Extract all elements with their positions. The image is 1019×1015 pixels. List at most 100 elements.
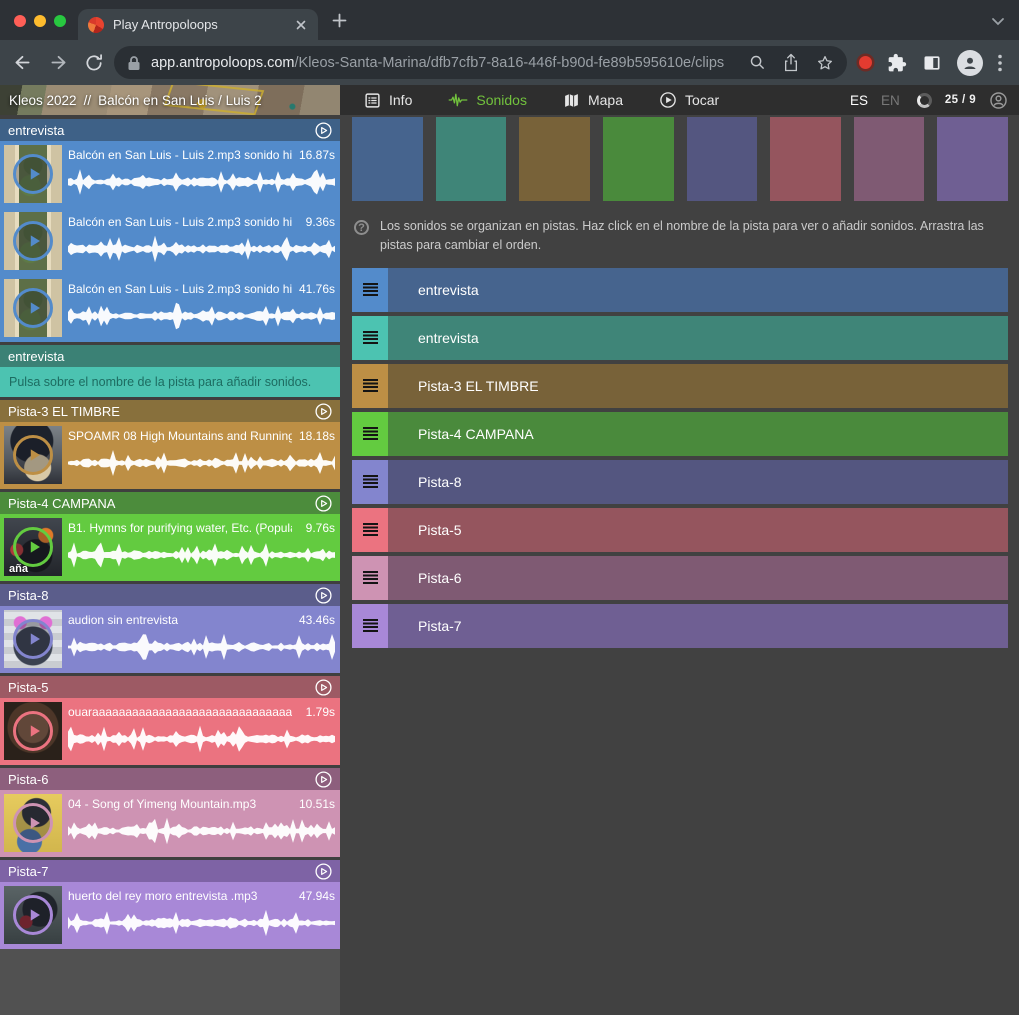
audio-clip[interactable]: huerto del rey moro entrevista .mp3 47.9… (0, 882, 340, 949)
audio-clip[interactable]: audion sin entrevista 43.46s (0, 606, 340, 673)
clip-duration: 10.51s (299, 797, 335, 811)
maximize-window-icon[interactable] (54, 15, 66, 27)
back-icon[interactable] (12, 52, 33, 73)
track-row[interactable]: Pista-4 CAMPANA (352, 412, 1008, 456)
audio-clip[interactable]: ouaraaaaaaaaaaaaaaaaaaaaaaaaaaaaaaaaaaaa… (0, 698, 340, 765)
track-play-icon[interactable] (315, 771, 332, 788)
track-name: Pista-3 EL TIMBRE (8, 404, 315, 419)
reload-icon[interactable] (84, 53, 104, 73)
drag-handle[interactable] (352, 364, 388, 408)
lock-icon[interactable] (127, 55, 141, 71)
tab-close-icon[interactable] (294, 18, 308, 32)
clip-play-icon[interactable] (13, 895, 53, 935)
clip-play-icon[interactable] (13, 803, 53, 843)
track-row[interactable]: Pista-6 (352, 556, 1008, 600)
waveform-icon (448, 92, 468, 108)
track-header[interactable]: Pista-3 EL TIMBRE (0, 400, 340, 422)
site-favicon-icon (88, 17, 104, 33)
track-play-icon[interactable] (315, 863, 332, 880)
track-row[interactable]: entrevista (352, 316, 1008, 360)
drag-handle[interactable] (352, 316, 388, 360)
track-play-icon[interactable] (315, 679, 332, 696)
account-icon[interactable] (989, 91, 1008, 110)
clip-play-icon[interactable] (13, 221, 53, 261)
track-play-icon[interactable] (315, 122, 332, 139)
lang-es-button[interactable]: ES (850, 93, 868, 108)
bookmark-star-icon[interactable] (816, 54, 834, 72)
drag-handle[interactable] (352, 556, 388, 600)
clip-play-icon[interactable] (13, 619, 53, 659)
track-row-label: Pista-4 CAMPANA (418, 426, 534, 442)
record-extension-icon[interactable] (859, 56, 872, 69)
clip-play-icon[interactable] (13, 154, 53, 194)
track-header[interactable]: Pista-4 CAMPANA (0, 492, 340, 514)
nav-item-tocar[interactable]: Tocar (659, 91, 719, 109)
profile-avatar[interactable] (957, 50, 983, 76)
clip-play-icon[interactable] (13, 288, 53, 328)
track-row[interactable]: Pista-7 (352, 604, 1008, 648)
drag-handle[interactable] (352, 604, 388, 648)
tracks-panel: Los sonidos se organizan en pistas. Haz … (340, 115, 1019, 1015)
drag-handle-icon (363, 619, 378, 632)
clip-play-icon[interactable] (13, 435, 53, 475)
track-header[interactable]: Pista-6 (0, 768, 340, 790)
track-row[interactable]: Pista-5 (352, 508, 1008, 552)
nav-item-mapa[interactable]: Mapa (563, 92, 623, 109)
lang-en-button[interactable]: EN (881, 93, 900, 108)
tab-title: Play Antropoloops (113, 17, 285, 32)
drag-handle-icon (363, 283, 378, 296)
zoom-icon[interactable] (749, 54, 766, 71)
clip-title: huerto del rey moro entrevista .mp3 (68, 889, 292, 903)
new-tab-button[interactable] (332, 13, 347, 28)
extensions-puzzle-icon[interactable] (887, 53, 907, 73)
track-header[interactable]: Pista-5 (0, 676, 340, 698)
clip-waveform (68, 301, 335, 331)
minimize-window-icon[interactable] (34, 15, 46, 27)
sidebar-track-section: entrevista Balcón en San Luis - Luis 2.m… (0, 119, 340, 342)
clip-play-icon[interactable] (13, 527, 53, 567)
clip-duration: 9.36s (306, 215, 335, 229)
drag-handle-icon (363, 427, 378, 440)
audio-clip[interactable]: SPOAMR 08 High Mountains and Running ...… (0, 422, 340, 489)
track-header[interactable]: entrevista (0, 345, 340, 367)
track-color-swatch (770, 117, 841, 201)
track-header[interactable]: Pista-7 (0, 860, 340, 882)
nav-item-sonidos[interactable]: Sonidos (448, 92, 527, 108)
drag-handle[interactable] (352, 268, 388, 312)
clip-waveform (68, 234, 335, 264)
clip-thumbnail (4, 610, 62, 668)
audio-clip[interactable]: 04 - Song of Yimeng Mountain.mp3 10.51s (0, 790, 340, 857)
track-play-icon[interactable] (315, 495, 332, 512)
breadcrumb: Kleos 2022 // Balcón en San Luis / Luis … (0, 85, 340, 115)
close-window-icon[interactable] (14, 15, 26, 27)
tab-overflow-chevron-icon[interactable] (991, 17, 1005, 26)
track-row[interactable]: entrevista (352, 268, 1008, 312)
track-color-swatch (603, 117, 674, 201)
browser-tab[interactable]: Play Antropoloops (78, 9, 318, 40)
track-header[interactable]: entrevista (0, 119, 340, 141)
clip-title: 04 - Song of Yimeng Mountain.mp3 (68, 797, 292, 811)
browser-menu-kebab-icon[interactable] (998, 54, 1002, 72)
clip-play-icon[interactable] (13, 711, 53, 751)
clip-duration: 16.87s (299, 148, 335, 162)
audio-clip[interactable]: Balcón en San Luis - Luis 2.mp3 sonido h… (0, 141, 340, 208)
track-play-icon[interactable] (315, 403, 332, 420)
track-row[interactable]: Pista-3 EL TIMBRE (352, 364, 1008, 408)
clip-waveform (68, 540, 335, 570)
share-icon[interactable] (783, 53, 799, 72)
audio-clip[interactable]: Balcón en San Luis - Luis 2.mp3 sonido h… (0, 275, 340, 342)
track-header[interactable]: Pista-8 (0, 584, 340, 606)
audio-clip[interactable]: Balcón en San Luis - Luis 2.mp3 sonido h… (0, 208, 340, 275)
nav-item-info[interactable]: Info (364, 92, 412, 109)
side-panel-icon[interactable] (922, 53, 942, 73)
drag-handle[interactable] (352, 460, 388, 504)
url-bar[interactable]: app.antropoloops.com/Kleos-Santa-Marina/… (114, 46, 847, 79)
map-thumbnail[interactable]: Kleos 2022 // Balcón en San Luis / Luis … (0, 85, 340, 115)
drag-handle[interactable] (352, 508, 388, 552)
audio-clip[interactable]: aña B1. Hymns for purifying water, Etc. … (0, 514, 340, 581)
clip-thumbnail (4, 279, 62, 337)
forward-icon[interactable] (48, 52, 69, 73)
track-row[interactable]: Pista-8 (352, 460, 1008, 504)
drag-handle[interactable] (352, 412, 388, 456)
track-play-icon[interactable] (315, 587, 332, 604)
